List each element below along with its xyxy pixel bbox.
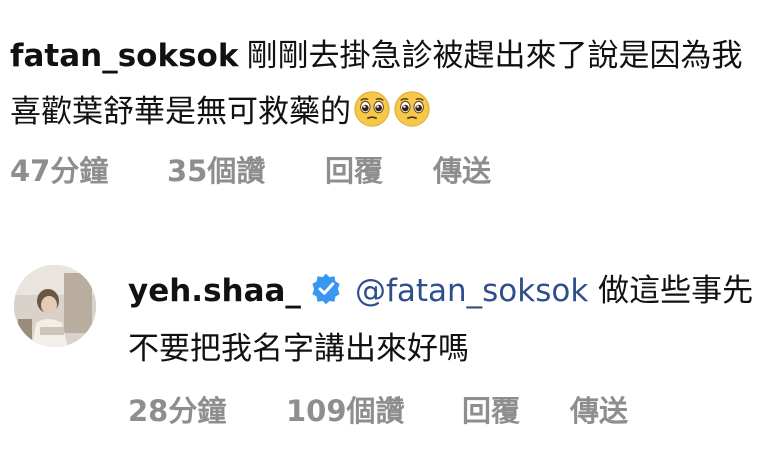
mention-link[interactable]: @fatan_soksok	[355, 273, 588, 309]
comment-body: yeh.shaa_ @fatan_soksok 做這些事先不要把我名字講出來好嗎	[128, 262, 768, 378]
reply-comment: yeh.shaa_ @fatan_soksok 做這些事先不要把我名字講出來好嗎…	[128, 262, 768, 428]
comment-username[interactable]: yeh.shaa_	[128, 273, 301, 309]
comment-body: fatan_soksok 剛剛去掛急診被趕出來了說是因為我喜歡葉舒華是無可救藥的	[10, 28, 770, 140]
comment-username[interactable]: fatan_soksok	[10, 38, 238, 74]
avatar-image	[14, 265, 96, 347]
reply-button[interactable]: 回覆	[462, 388, 570, 430]
comment-meta: 47分鐘 35個讚 回覆 傳送	[10, 148, 491, 190]
comment-time: 28分鐘	[128, 394, 227, 428]
pleading-face-icon	[394, 91, 430, 127]
pleading-face-icon	[354, 91, 390, 127]
comment: fatan_soksok 剛剛去掛急診被趕出來了說是因為我喜歡葉舒華是無可救藥的 …	[10, 28, 770, 188]
comment-likes[interactable]: 35個讚	[167, 148, 325, 190]
send-button[interactable]: 傳送	[570, 388, 628, 430]
comment-meta: 28分鐘 109個讚 回覆 傳送	[128, 388, 628, 430]
avatar[interactable]	[14, 265, 96, 347]
send-button[interactable]: 傳送	[433, 148, 491, 190]
reply-button[interactable]: 回覆	[325, 148, 433, 190]
comment-time: 47分鐘	[10, 154, 109, 188]
comment-likes[interactable]: 109個讚	[286, 388, 462, 430]
verified-badge-icon	[312, 273, 340, 305]
